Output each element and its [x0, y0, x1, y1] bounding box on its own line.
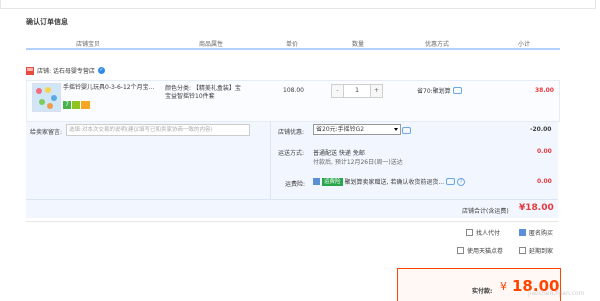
unit-price: 108.00 [283, 87, 304, 94]
help-icon[interactable]: ? [457, 177, 466, 186]
timely-delivery-option[interactable]: 延期到家 [519, 246, 553, 255]
options-divider [270, 121, 271, 199]
shop-discount-label: 店铺优惠: [278, 129, 305, 136]
anonymous-label: 匿名购买 [529, 230, 554, 237]
discount-info: 省70:聚划算 [417, 86, 462, 95]
anonymous-checkbox[interactable] [519, 229, 526, 236]
quantity-plus-button[interactable]: + [371, 85, 382, 97]
shipping-fee: 0.00 [537, 148, 552, 155]
insurance-checkbox[interactable] [313, 178, 320, 185]
insurance-label: 运费险: [285, 181, 306, 188]
col-header-qty: 数量 [352, 41, 365, 48]
quantity-stepper: - 1 + [331, 84, 383, 98]
options-divider-line [26, 221, 558, 222]
previous-section-edge [0, 0, 596, 9]
shop-discount-selected: 省20元:手摇铃G2 [316, 126, 365, 133]
tmall-points-checkbox[interactable] [457, 247, 464, 254]
product-name[interactable]: 手摇铃婴儿玩具0-3-6-12个月宝... [63, 84, 155, 92]
col-header-subtotal: 小计 [518, 41, 531, 48]
col-header-item: 店铺宝贝 [76, 41, 101, 48]
item-subtotal: 38.00 [535, 87, 554, 94]
tmall-points-option[interactable]: 使用天猫点卷 [457, 246, 503, 255]
shop-name[interactable]: 店铺: 话石母婴专营店 [37, 66, 95, 75]
section-title: 确认订单信息 [26, 18, 68, 26]
chat-bubble-icon[interactable]: ✓ [97, 67, 105, 74]
shop-discount-select[interactable]: 省20元:手摇铃G2 [313, 124, 401, 135]
watermark: jiaochen.fijian.com [528, 290, 585, 297]
col-header-price: 单价 [286, 41, 299, 48]
proxy-pay-option[interactable]: 找人代付 [466, 228, 500, 237]
shop-total-value: ¥18.00 [519, 203, 554, 213]
shipping-eta: 付款后, 预计12月26日(周一)送达 [313, 159, 403, 166]
final-payment-label: 实付款: [472, 288, 493, 295]
discount-detail-icon[interactable] [452, 87, 462, 94]
shop-total-label: 店铺合计(含运费) [462, 208, 509, 215]
anonymous-option[interactable]: 匿名购买 [519, 228, 553, 237]
insurance-desc: 聚划算卖家赠送, 若确认收货前退货... [344, 179, 445, 186]
credit-card-icon [81, 101, 90, 109]
insurance-tag: 运费险 [322, 177, 343, 186]
shop-discount-value: -20.00 [530, 126, 552, 133]
shipping-method: 普通配送 快递 免邮 [313, 150, 365, 157]
seven-day-return-icon: 7 [63, 101, 71, 109]
quantity-input[interactable]: 1 [343, 85, 371, 97]
final-currency: ¥ [500, 280, 507, 293]
insurance-row: 运费险 聚划算卖家赠送, 若确认收货前退货... ? [313, 177, 466, 186]
tmall-points-label: 使用天猫点卷 [467, 248, 504, 255]
shipping-label: 运送方式: [278, 150, 305, 157]
proxy-pay-checkbox[interactable] [466, 229, 473, 236]
insurance-fee: 0.00 [537, 178, 552, 185]
shop-row: 店铺: 话石母婴专营店 ✓ [26, 66, 105, 75]
col-header-discount: 优惠方式 [425, 41, 450, 48]
timely-delivery-checkbox[interactable] [519, 247, 526, 254]
discount-text: 省70:聚划算 [417, 88, 451, 95]
message-label: 给卖家留言: [30, 129, 63, 136]
chevron-down-icon [394, 128, 398, 131]
header-divider [26, 48, 560, 50]
guarantee-icon [72, 101, 80, 109]
seller-message-input[interactable]: 选填:对本次交易的说明(建议填写已和卖家协商一致的内容) [66, 124, 250, 136]
shop-discount-info-icon[interactable] [402, 127, 411, 134]
timely-delivery-label: 延期到家 [529, 248, 554, 255]
shop-icon [26, 66, 34, 75]
col-header-attr: 商品属性 [199, 41, 224, 48]
product-attribute: 颜色分类: 【精美礼盒装】宝宝益智摇铃10件套 [165, 85, 241, 100]
quantity-minus-button[interactable]: - [332, 85, 343, 97]
product-thumbnail[interactable] [32, 83, 61, 112]
proxy-pay-label: 找人代付 [476, 230, 501, 237]
insurance-chat-icon[interactable] [446, 178, 456, 185]
